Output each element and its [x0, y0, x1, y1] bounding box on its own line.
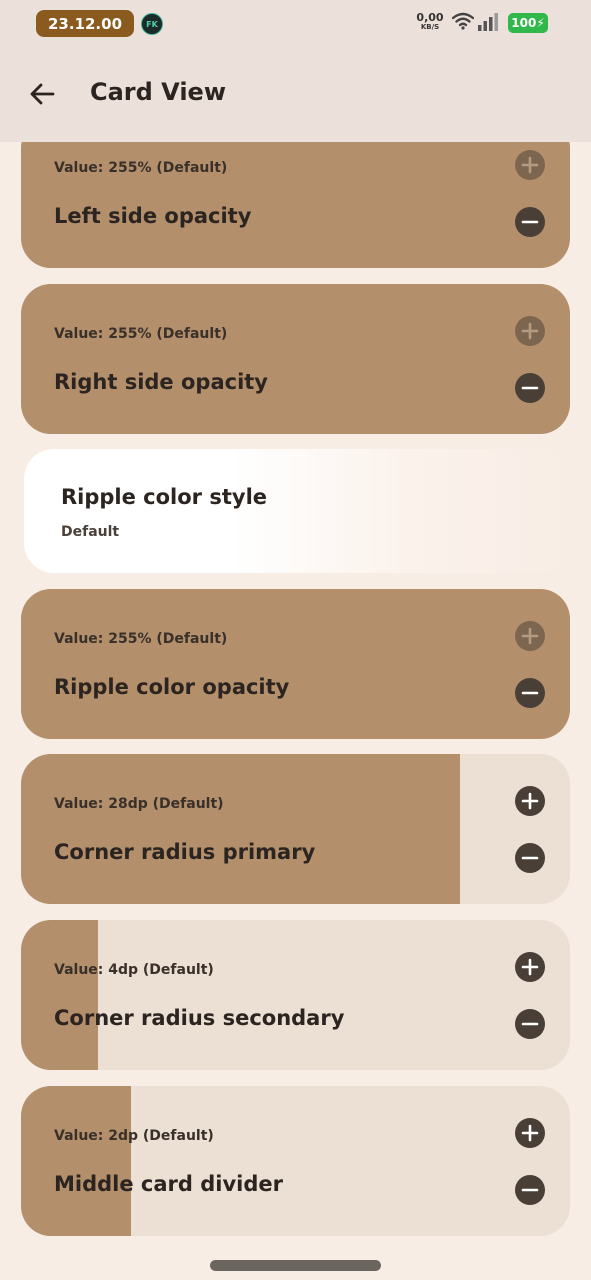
- status-time: 23.12.00: [36, 10, 134, 37]
- wifi-icon: [452, 12, 474, 30]
- option-value: Default: [61, 524, 120, 540]
- increase-button[interactable]: [515, 952, 545, 982]
- plus-icon: [521, 792, 539, 810]
- plus-icon: [521, 156, 539, 174]
- decrease-button[interactable]: [515, 1009, 545, 1039]
- value-fill-bar: [21, 589, 570, 739]
- page-title: Card View: [90, 78, 227, 106]
- app-notification-icon: FK: [141, 13, 163, 35]
- setting-card-middle-card-divider: Value: 2dp (Default) Middle card divider: [21, 1086, 570, 1236]
- decrease-button[interactable]: [515, 843, 545, 873]
- charging-icon: ⚡: [536, 16, 545, 30]
- setting-label: Right side opacity: [54, 370, 268, 394]
- signal-icon: [478, 13, 498, 31]
- setting-label: Middle card divider: [54, 1172, 283, 1196]
- ripple-color-style-option[interactable]: Ripple color style Default: [24, 449, 570, 573]
- minus-icon: [521, 1188, 539, 1192]
- minus-icon: [521, 691, 539, 695]
- setting-value: Value: 255% (Default): [54, 160, 228, 176]
- plus-icon: [521, 958, 539, 976]
- value-fill-bar: [21, 1086, 131, 1236]
- value-fill-bar: [21, 754, 461, 904]
- setting-value: Value: 28dp (Default): [54, 796, 224, 812]
- setting-value: Value: 4dp (Default): [54, 962, 214, 978]
- increase-button[interactable]: [515, 150, 545, 180]
- setting-label: Left side opacity: [54, 204, 252, 228]
- minus-icon: [521, 856, 539, 860]
- gesture-navigation-handle[interactable]: [210, 1260, 381, 1271]
- increase-button[interactable]: [515, 621, 545, 651]
- increase-button[interactable]: [515, 786, 545, 816]
- decrease-button[interactable]: [515, 678, 545, 708]
- network-speed-unit: KB/S: [420, 23, 440, 31]
- decrease-button[interactable]: [515, 373, 545, 403]
- setting-label: Corner radius primary: [54, 840, 316, 864]
- setting-value: Value: 255% (Default): [54, 326, 228, 342]
- back-button[interactable]: [22, 74, 62, 114]
- minus-icon: [521, 386, 539, 390]
- plus-icon: [521, 1124, 539, 1142]
- setting-value: Value: 255% (Default): [54, 631, 228, 647]
- network-speed: 0,00 KB/S: [414, 12, 446, 31]
- setting-card-ripple-color-opacity: Value: 255% (Default) Ripple color opaci…: [21, 589, 570, 739]
- option-title: Ripple color style: [61, 485, 268, 509]
- value-fill-bar: [21, 920, 98, 1070]
- setting-label: Corner radius secondary: [54, 1006, 345, 1030]
- setting-card-right-side-opacity: Value: 255% (Default) Right side opacity: [21, 284, 570, 434]
- arrow-left-icon: [30, 83, 55, 105]
- value-fill-bar: [21, 284, 570, 434]
- increase-button[interactable]: [515, 316, 545, 346]
- setting-value: Value: 2dp (Default): [54, 1128, 214, 1144]
- battery-icon: 100 ⚡: [508, 13, 548, 33]
- decrease-button[interactable]: [515, 207, 545, 237]
- decrease-button[interactable]: [515, 1175, 545, 1205]
- increase-button[interactable]: [515, 1118, 545, 1148]
- setting-card-corner-radius-secondary: Value: 4dp (Default) Corner radius secon…: [21, 920, 570, 1070]
- setting-label: Ripple color opacity: [54, 675, 290, 699]
- setting-card-corner-radius-primary: Value: 28dp (Default) Corner radius prim…: [21, 754, 570, 904]
- plus-icon: [521, 322, 539, 340]
- minus-icon: [521, 1022, 539, 1026]
- minus-icon: [521, 220, 539, 224]
- battery-level: 100: [511, 16, 537, 30]
- plus-icon: [521, 627, 539, 645]
- app-header: 23.12.00 FK 0,00 KB/S 100 ⚡ Card View: [0, 0, 591, 142]
